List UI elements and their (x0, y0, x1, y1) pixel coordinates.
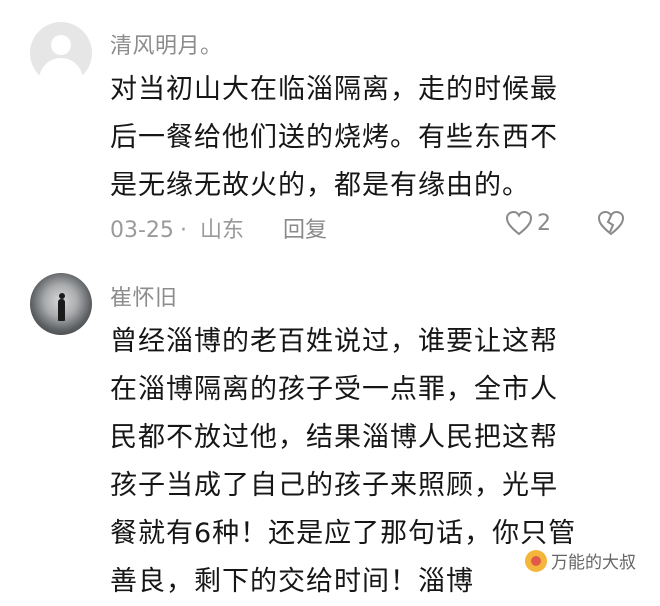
like-button[interactable]: 2 (505, 210, 551, 236)
comment-line: 孩子当成了自己的孩子来照顾，光早 (110, 470, 558, 501)
person-silhouette-icon (58, 299, 65, 321)
dislike-button[interactable] (597, 210, 625, 240)
comment-line: 曾经淄博的老百姓说过，谁要让这帮 (110, 326, 558, 357)
comment-line: 民都不放过他，结果淄博人民把这帮 (110, 422, 558, 453)
watermark-text: 万能的大叔 (551, 553, 636, 573)
comment-date: 03-25 (110, 218, 174, 243)
broken-heart-icon (597, 210, 625, 236)
comment-username[interactable]: 崔怀旧 (110, 280, 178, 312)
avatar[interactable] (30, 273, 92, 335)
watermark-logo-icon (525, 549, 547, 572)
comment-line: 在淄博隔离的孩子受一点罪，全市人 (110, 374, 558, 405)
comment-line: 对当初山大在临淄隔离，走的时候最 (110, 74, 558, 105)
comment-meta: 03-25 · 山东 回复 (110, 218, 327, 243)
comment-line: 是无缘无故火的，都是有缘由的。 (110, 170, 530, 201)
watermark: 万能的大叔 (525, 548, 636, 573)
avatar[interactable] (30, 22, 92, 84)
comment-username[interactable]: 清风明月。 (110, 28, 223, 60)
comment-text: 对当初山大在临淄隔离，走的时候最 后一餐给他们送的烧烤。有些东西不 是无缘无故火… (110, 66, 630, 210)
default-user-icon (51, 35, 71, 55)
heart-outline-icon (505, 210, 533, 236)
comment-location: 山东 (199, 218, 244, 243)
comment-line: 后一餐给他们送的烧烤。有些东西不 (110, 122, 558, 153)
reply-button[interactable]: 回复 (283, 218, 327, 243)
like-count: 2 (537, 210, 551, 236)
